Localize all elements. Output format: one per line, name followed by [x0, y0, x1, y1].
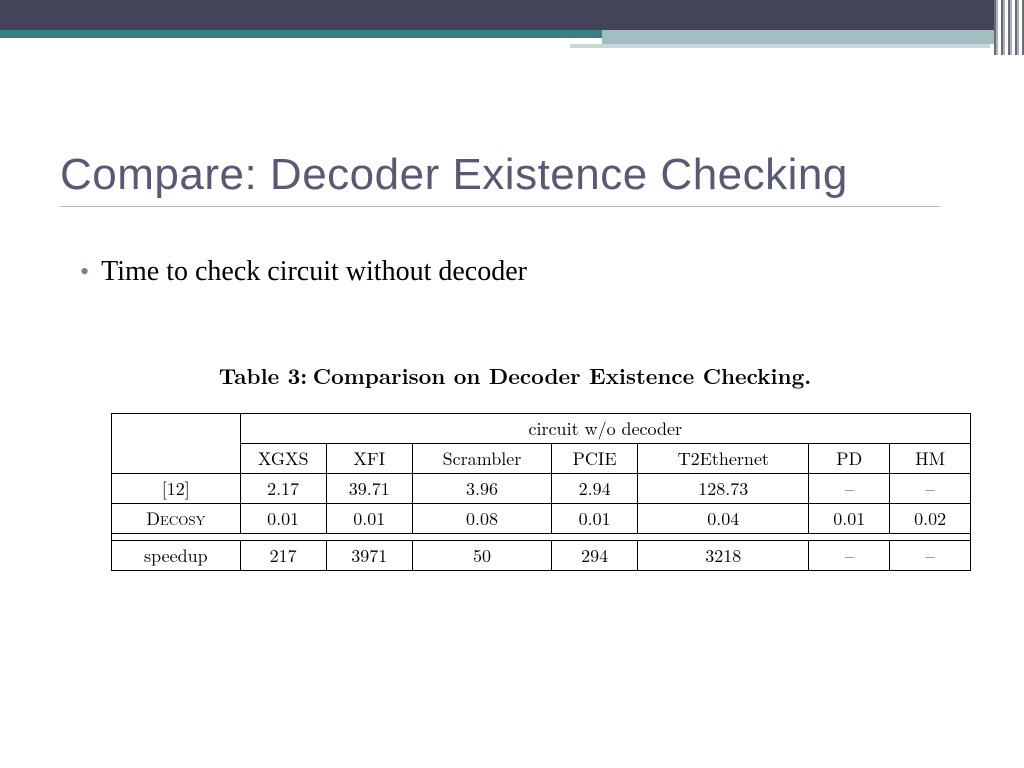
cell: 0.08	[412, 504, 551, 534]
cell: 3.96	[412, 474, 551, 504]
cell: 128.73	[638, 474, 809, 504]
cell: 0.02	[890, 504, 971, 534]
cell: 0.01	[240, 504, 326, 534]
header-dark-bar	[0, 0, 1024, 30]
cell: –	[809, 474, 890, 504]
cell: 2.17	[240, 474, 326, 504]
row-label: speedup	[112, 541, 241, 571]
comparison-table: circuit w/o decoder XGXS XFI Scrambler P…	[111, 413, 971, 571]
cell: 294	[552, 541, 638, 571]
bullet-text: Time to check circuit without decoder	[101, 256, 527, 288]
cell: –	[890, 541, 971, 571]
cell: 217	[240, 541, 326, 571]
cell: 3971	[326, 541, 412, 571]
header-teal-bar-right-thin	[570, 44, 990, 48]
table-row: Decosy 0.01 0.01 0.08 0.01 0.04 0.01 0.0…	[112, 504, 971, 534]
cell: 0.01	[809, 504, 890, 534]
bullet-dot-icon: •	[80, 259, 89, 285]
row-label: [12]	[112, 474, 241, 504]
cell: –	[890, 474, 971, 504]
cell: –	[809, 541, 890, 571]
header-span: circuit w/o decoder	[240, 414, 970, 444]
header-empty-cell	[112, 414, 241, 474]
table-caption: Table 3: Comparison on Decoder Existence…	[105, 360, 925, 391]
table-figure: Table 3: Comparison on Decoder Existence…	[105, 360, 925, 571]
cell: 39.71	[326, 474, 412, 504]
col-header-t2ethernet: T2Ethernet	[638, 444, 809, 474]
row-label: Decosy	[112, 504, 241, 534]
cell: 50	[412, 541, 551, 571]
cell: 0.01	[552, 504, 638, 534]
table-row: [12] 2.17 39.71 3.96 2.94 128.73 – –	[112, 474, 971, 504]
header-teal-bar-left	[0, 30, 602, 38]
table-row: speedup 217 3971 50 294 3218 – –	[112, 541, 971, 571]
cell: 0.01	[326, 504, 412, 534]
col-header-pd: PD	[809, 444, 890, 474]
cell: 3218	[638, 541, 809, 571]
bullet-item: • Time to check circuit without decoder	[80, 256, 920, 288]
cell: 0.04	[638, 504, 809, 534]
col-header-scrambler: Scrambler	[412, 444, 551, 474]
caption-text: Comparison on Decoder Existence Checking…	[313, 360, 811, 391]
header-teal-bar-right	[602, 30, 1000, 44]
header-edge-stripes-icon	[994, 0, 1024, 55]
col-header-xfi: XFI	[326, 444, 412, 474]
caption-prefix: Table 3:	[219, 360, 308, 391]
cell: 2.94	[552, 474, 638, 504]
col-header-pcie: PCIE	[552, 444, 638, 474]
col-header-xgxs: XGXS	[240, 444, 326, 474]
col-header-hm: HM	[890, 444, 971, 474]
slide-title: Compare: Decoder Existence Checking	[60, 150, 940, 207]
